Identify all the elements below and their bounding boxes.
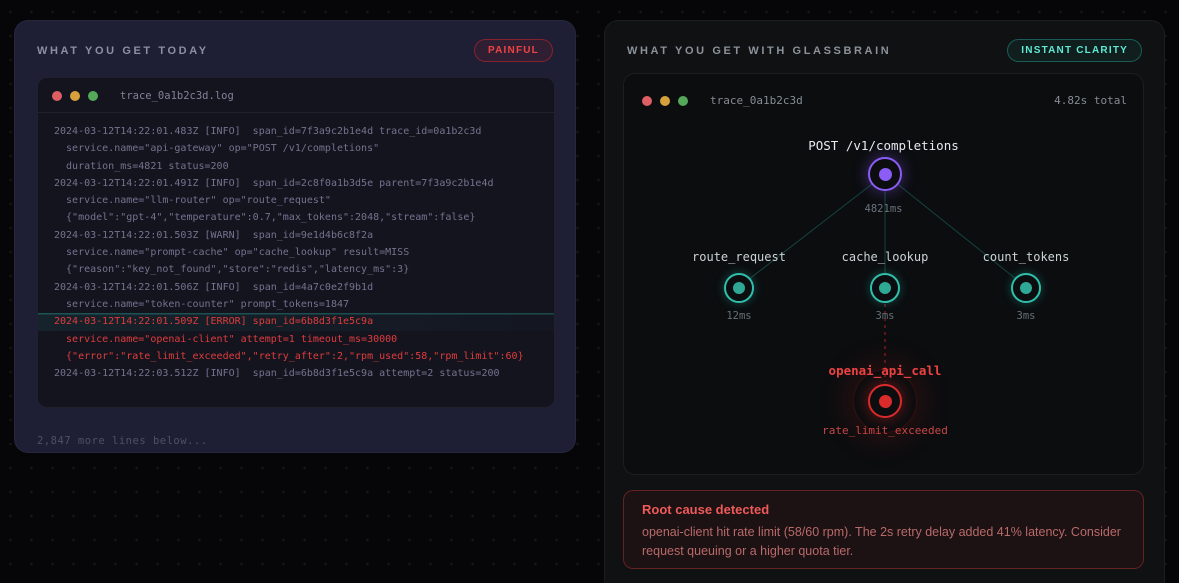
log-line: 2024-03-12T14:22:01.503Z [WARN] span_id=… (54, 229, 374, 241)
node-core-dot (879, 282, 891, 294)
terminal-titlebar: trace_0a1b2c3d.log (38, 78, 554, 113)
before-panel: WHAT YOU GET TODAY PAINFUL trace_0a1b2c3… (14, 20, 576, 453)
span-duration: 3ms (1016, 310, 1036, 322)
root-cause-description: openai-client hit rate limit (58/60 rpm)… (642, 525, 1121, 558)
log-line: 2024-03-12T14:22:03.512Z [INFO] span_id=… (54, 368, 500, 380)
log-line: 2024-03-12T14:22:01.491Z [INFO] span_id=… (54, 177, 494, 189)
instant-clarity-badge: INSTANT CLARITY (1007, 39, 1142, 62)
root-span-node[interactable] (868, 157, 902, 191)
trace-window: trace_0a1b2c3d 4.82s total POST /v1/comp… (623, 73, 1144, 475)
error-span-node[interactable] (853, 369, 917, 433)
before-panel-title: WHAT YOU GET TODAY (37, 44, 209, 57)
traffic-light-zoom-icon[interactable] (88, 91, 98, 101)
painful-badge: PAINFUL (474, 39, 553, 62)
log-line: 2024-03-12T14:22:01.483Z [INFO] span_id=… (54, 126, 482, 137)
root-cause-title: Root cause detected (642, 502, 770, 517)
span-node[interactable] (1011, 273, 1041, 303)
root-cause-panel: Root cause detected openai-client hit ra… (623, 490, 1144, 569)
after-panel-header: WHAT YOU GET WITH GLASSBRAIN INSTANT CLA… (605, 21, 1164, 62)
error-span-openai-api-call: openai_api_call rate_limit_exceeded (795, 363, 975, 437)
root-span-duration: 4821ms (864, 203, 903, 215)
node-core-dot (878, 394, 892, 408)
node-core-dot (878, 167, 892, 181)
span-node[interactable] (870, 273, 900, 303)
log-line: service.name="llm-router" op="route_requ… (54, 195, 331, 207)
log-line: {"reason":"key_not_found","store":"redis… (54, 264, 410, 276)
more-lines-note: 2,847 more lines below... (37, 435, 208, 447)
page-background: WHAT YOU GET TODAY PAINFUL trace_0a1b2c3… (0, 0, 1179, 583)
traffic-light-close-icon[interactable] (52, 91, 62, 101)
span-node[interactable] (724, 273, 754, 303)
traffic-light-minimize-icon[interactable] (70, 91, 80, 101)
log-terminal-window: trace_0a1b2c3d.log 2024-03-12T14:22:01.4… (37, 77, 555, 408)
log-line: 2024-03-12T14:22:01.506Z [INFO] span_id=… (54, 281, 374, 293)
log-file-name: trace_0a1b2c3d.log (120, 90, 234, 102)
before-panel-header: WHAT YOU GET TODAY PAINFUL (15, 21, 575, 62)
log-line: service.name="token-counter" prompt_toke… (54, 298, 350, 310)
log-line: duration_ms=4821 status=200 (54, 160, 229, 172)
node-core-dot (1020, 282, 1032, 294)
log-line-error: {"error":"rate_limit_exceeded","retry_af… (54, 350, 524, 362)
log-line-error: service.name="openai-client" attempt=1 t… (54, 333, 398, 345)
trace-graph: POST /v1/completions 4821ms route_reques… (624, 74, 1143, 474)
log-line: {"model":"gpt-4","temperature":0.7,"max_… (54, 212, 476, 224)
after-panel: WHAT YOU GET WITH GLASSBRAIN INSTANT CLA… (604, 20, 1165, 583)
log-line: service.name="api-gateway" op="POST /v1/… (54, 143, 380, 155)
child-span-count-tokens: count_tokens 3ms (936, 250, 1116, 322)
log-line: service.name="prompt-cache" op="cache_lo… (54, 247, 410, 259)
log-line-error: 2024-03-12T14:22:01.509Z [ERROR] span_id… (38, 313, 554, 331)
log-output[interactable]: 2024-03-12T14:22:01.483Z [INFO] span_id=… (38, 113, 554, 392)
after-panel-title: WHAT YOU GET WITH GLASSBRAIN (627, 44, 892, 57)
node-core-dot (733, 282, 745, 294)
root-span-label: POST /v1/completions (808, 138, 959, 153)
span-label: count_tokens (982, 250, 1070, 264)
